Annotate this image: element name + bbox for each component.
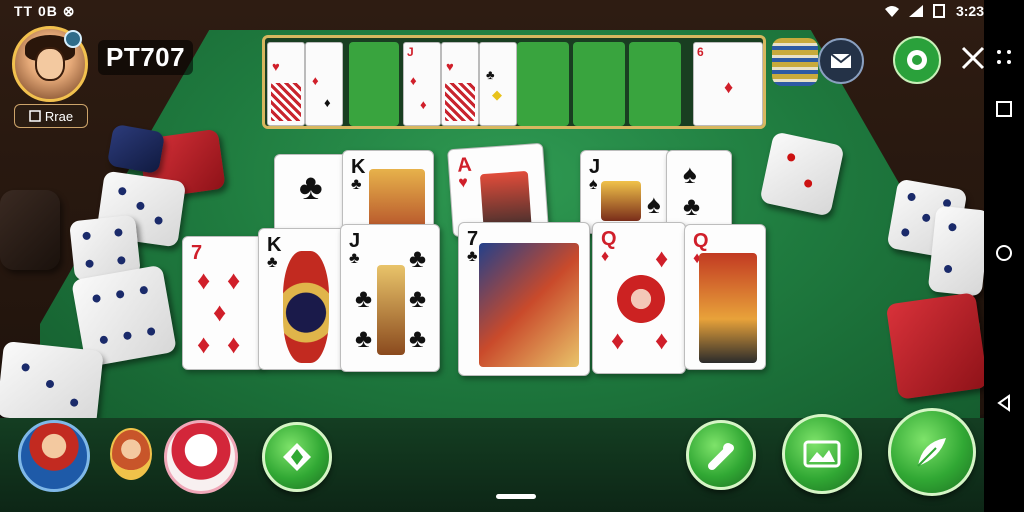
table-card[interactable]: K ♣ (258, 228, 346, 370)
die (759, 131, 845, 217)
rack-card-suit: ♦ (724, 77, 734, 97)
back-icon[interactable] (995, 394, 1013, 412)
king-figure (283, 251, 329, 363)
king-figure (369, 169, 425, 232)
status-indicators: TT 0B ⊗ (14, 3, 76, 19)
empty-slot[interactable] (349, 42, 399, 126)
court-figure (479, 243, 579, 367)
photo-button[interactable] (782, 414, 862, 494)
mail-icon (830, 53, 852, 68)
card-rank: 7 (191, 242, 203, 264)
home-icon[interactable] (995, 244, 1013, 262)
table-card[interactable]: K ♣ (342, 150, 434, 234)
signal-icon (908, 5, 923, 17)
table-card[interactable]: Q ♦ (684, 224, 766, 370)
table-card[interactable]: 7 ♦ ♦ ♦ ♦ ♦ (182, 236, 264, 370)
chip-icon (907, 50, 927, 70)
chip-button[interactable] (893, 36, 941, 84)
opponent-avatar[interactable] (18, 420, 90, 492)
system-nav-bar (984, 0, 1024, 512)
card-suit: ♣ (299, 166, 323, 207)
table-card[interactable]: ♣ (274, 154, 350, 234)
card-rank: K ♣ (267, 234, 282, 271)
chip-stack (772, 38, 818, 86)
die (0, 190, 60, 270)
rack-card-rank: J (407, 45, 414, 59)
gesture-handle[interactable] (496, 494, 536, 499)
empty-slot[interactable] (629, 42, 681, 126)
card-rank: A ♥ (456, 153, 473, 192)
game-scene: TT 0B ⊗ 3:23 PT707 Rrae ♥ ♦ ♦ J ♦ ♦ ♥ ♣ ◆ 6 ♦ (0, 0, 1024, 512)
empty-slot[interactable] (573, 42, 625, 126)
mic-icon (708, 443, 734, 470)
card-rank: Q ♦ (601, 228, 617, 265)
die (885, 292, 989, 400)
table-card[interactable]: Q ♦ ♦ ♦ ♦ (592, 222, 686, 374)
rack-card[interactable]: ♥ (267, 42, 305, 126)
die (927, 205, 991, 297)
table-card[interactable]: J ♣ ♣ ♣ ♣ ♣ ♣ (340, 224, 440, 372)
card-rank: J ♣ (349, 230, 361, 267)
empty-slot[interactable] (517, 42, 569, 126)
die (0, 340, 104, 428)
move-button[interactable] (262, 422, 332, 492)
feather-icon (917, 438, 946, 467)
recents-icon[interactable] (995, 100, 1013, 118)
rack-card[interactable]: ♥ (441, 42, 479, 126)
wifi-icon (884, 6, 899, 17)
mail-button[interactable] (818, 38, 864, 84)
card-rank: J ♠ (589, 156, 601, 193)
rack-card-suit: ♥ (446, 59, 454, 74)
rooster-figure (699, 253, 757, 363)
edit-icon (29, 110, 41, 122)
player-name: PT707 (98, 40, 194, 75)
status-time: 3:23 (955, 3, 984, 19)
card-rack: ♥ ♦ ♦ J ♦ ♦ ♥ ♣ ◆ 6 ♦ (262, 35, 766, 129)
voice-button[interactable] (686, 420, 756, 490)
level-badge-icon (64, 30, 82, 48)
feather-button[interactable] (888, 408, 976, 496)
jack-figure (601, 181, 641, 221)
status-right: 3:23 (884, 3, 984, 19)
rack-card-suit: ♥ (272, 59, 280, 74)
opponent-avatar[interactable] (164, 420, 238, 494)
diamond-arrows-icon (283, 443, 311, 471)
avatar-face (35, 47, 65, 81)
rack-card-suit: ♣ (486, 67, 495, 82)
rack-card-rank: 6 (697, 45, 704, 59)
tools-icon (961, 46, 985, 70)
rack-card[interactable]: ♣ ◆ (479, 42, 517, 126)
rack-card[interactable]: J ♦ ♦ (403, 42, 441, 126)
queen-figure (613, 271, 669, 327)
status-bar: TT 0B ⊗ 3:23 (0, 0, 1024, 24)
card-suit: ♠ (683, 159, 697, 189)
battery-icon (932, 4, 945, 18)
rack-card-suit: ♦ (410, 73, 417, 88)
card-rank: K ♣ (351, 156, 366, 193)
rack-card-suit: ♦ (312, 73, 319, 88)
rack-card[interactable]: 6 ♦ (693, 42, 763, 126)
card-suit: ♦ (213, 297, 227, 327)
jack-figure (377, 265, 405, 355)
player-tag-label: Rrae (44, 108, 74, 124)
die (106, 123, 166, 175)
more-icon[interactable] (995, 48, 1013, 66)
rack-card[interactable]: ♦ ♦ (305, 42, 343, 126)
table-card[interactable]: 7 ♣ (458, 222, 590, 376)
card-rank: 7 ♣ (467, 228, 479, 265)
photo-icon (803, 440, 841, 468)
player-tag[interactable]: Rrae (14, 104, 88, 128)
opponent-avatar[interactable] (110, 428, 152, 480)
